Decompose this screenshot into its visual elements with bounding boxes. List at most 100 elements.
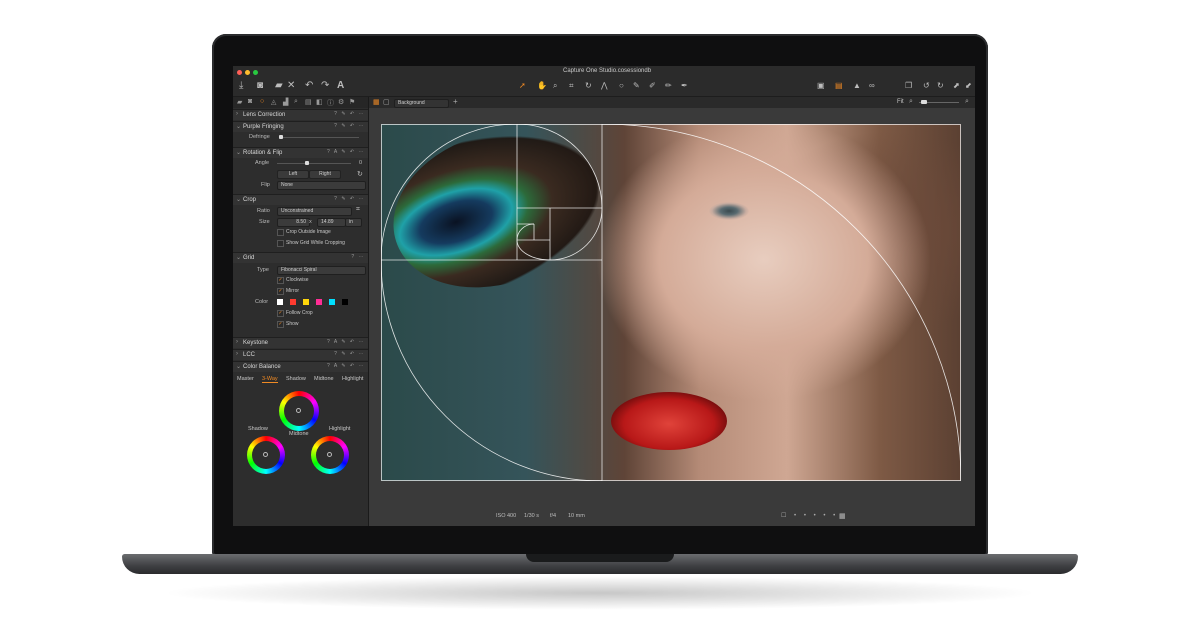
tab-master[interactable]: Master — [237, 376, 254, 382]
background-select[interactable]: Background — [394, 99, 449, 108]
crop-height-input[interactable]: 14.89 — [317, 218, 346, 227]
crop-unit-select[interactable]: in — [345, 218, 362, 227]
gradient-icon[interactable]: ✒ — [681, 80, 688, 92]
single-view-icon[interactable]: ▢ — [383, 98, 390, 106]
rotation-flip-header[interactable]: ⌄ Rotation & Flip ? A ✎ ↶ ⋯ — [233, 147, 368, 158]
tool-controls[interactable]: ? ✎ ↶ ⋯ — [334, 196, 365, 202]
grid-icon[interactable]: ▤ — [835, 80, 843, 92]
grid-color-swatch[interactable] — [290, 299, 296, 305]
picker-icon[interactable]: ✎ — [633, 80, 640, 92]
highlight-color-wheel[interactable] — [311, 436, 349, 474]
angle-knob[interactable] — [305, 161, 309, 165]
library-tab-icon[interactable]: ▰ — [237, 98, 242, 106]
shadow-color-wheel[interactable] — [247, 436, 285, 474]
tool-controls[interactable]: ? ✎ ↶ ⋯ — [334, 123, 365, 129]
tool-controls[interactable]: ? A ✎ ↶ ⋯ — [327, 363, 365, 369]
color-tab-icon[interactable]: ○ — [260, 98, 264, 105]
highlight-wheel-handle[interactable] — [327, 452, 332, 457]
brush-icon[interactable]: ✐ — [649, 80, 656, 92]
angle-slider[interactable] — [277, 163, 351, 164]
flip-select[interactable]: None — [277, 181, 366, 190]
filmstrip-icon[interactable]: ▦ — [839, 512, 846, 520]
rotate-right-button[interactable]: Right — [309, 170, 341, 179]
close-window-button[interactable] — [237, 70, 242, 75]
tab-3-way[interactable]: 3-Way — [262, 376, 278, 383]
keystone-icon[interactable]: ⋀ — [601, 80, 608, 92]
import-icon[interactable]: ⤓ — [239, 80, 243, 92]
maximize-window-button[interactable] — [253, 70, 258, 75]
grid-color-swatch[interactable] — [303, 299, 309, 305]
grid-header[interactable]: ⌄ Grid ? ⋯ — [233, 252, 368, 263]
tool-controls[interactable]: ? ⋯ — [351, 254, 365, 260]
rating-dots[interactable]: ☐ • • • • • — [781, 512, 838, 519]
overlay-icon[interactable]: ▣ — [817, 80, 825, 92]
eraser-icon[interactable]: ✏ — [665, 80, 672, 92]
rotate-left-button[interactable]: Left — [277, 170, 309, 179]
lens-tab-icon[interactable]: ▟ — [283, 98, 288, 106]
lcc-header[interactable]: › LCC ? ✎ ↶ ⋯ — [233, 349, 368, 360]
tool-controls[interactable]: ? A ✎ ↶ ⋯ — [327, 149, 365, 155]
tab-shadow[interactable]: Shadow — [286, 376, 306, 382]
grid-color-swatch[interactable] — [316, 299, 322, 305]
warning-icon[interactable]: ▲ — [853, 80, 861, 92]
minimize-window-button[interactable] — [245, 70, 250, 75]
cursor-icon[interactable]: ➚ — [519, 80, 526, 92]
tab-highlight[interactable]: Highlight — [342, 376, 363, 382]
tool-controls[interactable]: ? ✎ ↶ ⋯ — [334, 351, 365, 357]
zoom-knob[interactable] — [921, 100, 927, 104]
undo-icon[interactable]: ↶ — [305, 80, 313, 92]
ratio-select[interactable]: Unconstrained — [277, 207, 352, 216]
adjustments-tab-icon[interactable]: ◧ — [316, 98, 323, 106]
mirror-checkbox[interactable]: ✓ — [277, 288, 284, 295]
rotate-icon[interactable]: ↻ — [585, 80, 592, 92]
glasses-icon[interactable]: ∞ — [869, 80, 875, 92]
defringe-slider[interactable] — [279, 137, 359, 138]
metadata-tab-icon[interactable]: ⓘ — [327, 98, 334, 108]
capture-tab-icon[interactable]: ◙ — [248, 98, 252, 105]
clockwise-checkbox[interactable]: ✓ — [277, 277, 284, 284]
local-adjust-tab-icon[interactable]: ▤ — [305, 98, 312, 106]
crop-icon[interactable]: ⌗ — [569, 80, 574, 92]
show-grid-overlay-checkbox[interactable]: ✓ — [277, 321, 284, 328]
exposure-tab-icon[interactable]: ◬ — [271, 98, 276, 106]
text-icon[interactable]: A — [337, 80, 344, 92]
zoom-out-icon[interactable]: ⌕ — [909, 98, 913, 106]
grid-color-swatch[interactable] — [342, 299, 348, 305]
midtone-color-wheel[interactable] — [279, 391, 319, 431]
tool-controls[interactable]: ? A ✎ ↶ ⋯ — [327, 339, 365, 345]
crop-width-input[interactable]: 8.50 — [277, 218, 310, 227]
details-tab-icon[interactable]: ⌕ — [294, 98, 298, 106]
copy-icon[interactable]: ❐ — [905, 80, 912, 92]
keystone-header[interactable]: › Keystone ? A ✎ ↶ ⋯ — [233, 337, 368, 348]
color-balance-header[interactable]: ⌄ Color Balance ? A ✎ ↶ ⋯ — [233, 361, 368, 372]
output-tab-icon[interactable]: ⚙ — [338, 98, 344, 106]
show-grid-checkbox[interactable] — [277, 240, 284, 247]
camera-icon[interactable]: ◙ — [257, 80, 263, 92]
folder-move-icon[interactable]: ▰ — [275, 80, 283, 92]
crop-aspect-icon[interactable]: ⌗ — [356, 206, 360, 214]
zoom-in-icon[interactable]: ⌕ — [965, 98, 969, 106]
redo-icon[interactable]: ↷ — [321, 80, 329, 92]
pan-icon[interactable]: ✋ — [537, 80, 547, 92]
reset-icon[interactable]: ↺ — [923, 80, 930, 92]
grid-color-swatch[interactable] — [329, 299, 335, 305]
settings-icon[interactable]: ⬋ — [965, 80, 972, 92]
shadow-wheel-handle[interactable] — [263, 452, 268, 457]
purple-fringing-header[interactable]: ⌄ Purple Fringing ? ✎ ↶ ⋯ — [233, 121, 368, 132]
lens-correction-header[interactable]: › Lens Correction ? ✎ ↶ ⋯ — [233, 109, 368, 120]
grid-type-select[interactable]: Fibonacci Spiral — [277, 266, 366, 275]
crop-header[interactable]: ⌄ Crop ? ✎ ↶ ⋯ — [233, 194, 368, 205]
redo-all-icon[interactable]: ↻ — [937, 80, 944, 92]
delete-icon[interactable]: ✕ — [287, 80, 295, 92]
reset-rotation-icon[interactable]: ↻ — [357, 170, 363, 178]
loupe-icon[interactable]: ⌕ — [553, 80, 557, 92]
grid-color-swatch[interactable] — [277, 299, 283, 305]
crop-outside-checkbox[interactable] — [277, 229, 284, 236]
grid-view-icon[interactable]: ▦ — [373, 98, 380, 106]
circle-icon[interactable]: ○ — [619, 80, 624, 92]
follow-crop-checkbox[interactable]: ✓ — [277, 310, 284, 317]
add-icon[interactable]: + — [453, 97, 458, 106]
midtone-wheel-handle[interactable] — [296, 408, 301, 413]
tool-controls[interactable]: ? ✎ ↶ ⋯ — [334, 111, 365, 117]
tab-midtone[interactable]: Midtone — [314, 376, 334, 382]
